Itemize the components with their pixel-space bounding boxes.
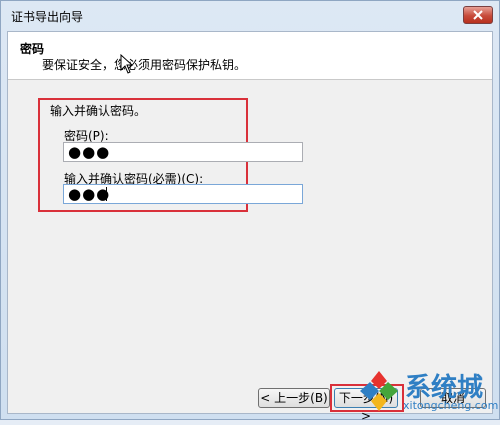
close-icon xyxy=(473,10,483,20)
watermark: 系统城 xitongcheng.com xyxy=(357,367,499,417)
password-input[interactable]: ●●● xyxy=(63,142,303,162)
mouse-pointer-icon xyxy=(120,54,134,74)
window-title: 证书导出向导 xyxy=(11,10,84,24)
page-subtitle: 要保证安全，您必须用密码保护私钥。 xyxy=(42,58,247,72)
wizard-content: 密码 要保证安全，您必须用密码保护私钥。 输入并确认密码。 密码(P): ●●●… xyxy=(7,31,493,423)
page-title: 密码 xyxy=(20,42,45,56)
close-button[interactable] xyxy=(463,6,493,24)
certificate-export-wizard-window: 证书导出向导 密码 要保证安全，您必须用密码保护私钥。 输入并确认密码。 密码(… xyxy=(0,0,500,423)
windows-logo-icon xyxy=(360,371,398,411)
text-caret xyxy=(106,187,107,201)
back-button[interactable]: < 上一步(B) xyxy=(258,388,330,408)
title-bar[interactable]: 证书导出向导 xyxy=(1,1,499,31)
group-label: 输入并确认密码。 xyxy=(50,104,147,118)
wizard-header: 密码 要保证安全，您必须用密码保护私钥。 xyxy=(8,32,492,80)
confirm-password-input[interactable]: ●●● xyxy=(63,184,303,204)
watermark-url: xitongcheng.com xyxy=(403,399,499,412)
